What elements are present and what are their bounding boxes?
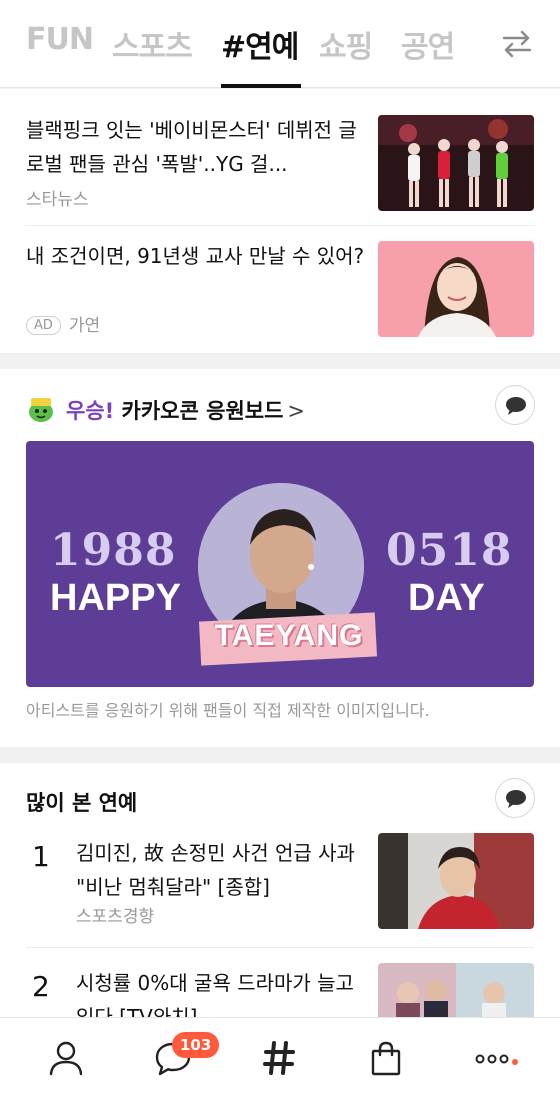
news-thumbnail[interactable] <box>378 115 534 211</box>
news-card: 블랙핑크 잇는 '베이비몬스터' 데뷔전 글로벌 팬들 관심 '폭발'..YG … <box>0 89 560 353</box>
top-nav: FUN 스포츠 #연예 쇼핑 공연 <box>0 0 560 88</box>
ad-thumbnail[interactable] <box>378 241 534 337</box>
tab-sports[interactable]: 스포츠 <box>112 22 193 66</box>
tab-fun[interactable]: FUN <box>26 22 94 57</box>
more-icon[interactable] <box>472 1038 512 1078</box>
news-item[interactable]: 블랙핑크 잇는 '베이비몬스터' 데뷔전 글로벌 팬들 관심 '폭발'..YG … <box>26 113 534 223</box>
ranked-title[interactable]: 김미진, 故 손정민 사건 언급 사과 "비난 멈춰달라" [종합] <box>76 836 364 904</box>
cheer-banner[interactable]: 1988 HAPPY 0518 DAY TAEYANG <box>26 441 534 687</box>
notification-dot <box>512 1059 518 1065</box>
news-source: 스타뉴스 <box>26 190 89 210</box>
banner-left-year: 1988 <box>50 525 177 576</box>
comment-bubble-icon <box>506 397 526 415</box>
rank-number: 1 <box>32 840 50 873</box>
ad-badge: AD <box>26 316 61 335</box>
shopping-bag-icon[interactable] <box>366 1038 406 1078</box>
ad-title[interactable]: 내 조건이면, 91년생 교사 만날 수 있어? <box>26 239 366 273</box>
tab-shopping[interactable]: 쇼핑 <box>319 22 373 66</box>
popular-comment-button[interactable] <box>495 778 535 818</box>
ad-item[interactable]: 내 조건이면, 91년생 교사 만날 수 있어? AD 가연 <box>26 239 534 339</box>
comment-button[interactable] <box>495 385 535 425</box>
news-title[interactable]: 블랙핑크 잇는 '베이비몬스터' 데뷔전 글로벌 팬들 관심 '폭발'..YG … <box>26 113 366 181</box>
banner-right-word: DAY <box>408 577 485 619</box>
trophy-character-icon <box>29 398 53 422</box>
hash-icon[interactable] <box>259 1038 299 1078</box>
tab-entertainment[interactable]: #연예 <box>221 22 299 66</box>
swap-arrows-icon[interactable] <box>500 28 534 60</box>
popular-heading: 많이 본 연예 <box>26 791 138 815</box>
chevron-right-icon: > <box>287 399 306 423</box>
comment-bubble-icon <box>506 790 526 808</box>
board-status: 우승! <box>66 399 115 423</box>
banner-caption: 아티스트를 응원하기 위해 팬들이 직접 제작한 이미지입니다. <box>26 701 430 720</box>
profile-icon[interactable] <box>46 1038 86 1078</box>
chat-badge: 103 <box>172 1032 220 1058</box>
ad-source: 가연 <box>68 316 101 336</box>
ranked-thumbnail[interactable] <box>378 833 534 929</box>
bottom-bar: 103 <box>0 1017 560 1099</box>
artist-name: TAEYANG <box>214 619 364 652</box>
active-tab-indicator <box>221 84 301 88</box>
rank-number: 2 <box>32 970 50 1003</box>
ranked-source: 스포츠경향 <box>76 907 155 927</box>
ad-meta: AD 가연 <box>26 311 100 336</box>
banner-left-word: HAPPY <box>50 577 181 619</box>
board-title: 카카오콘 응원보드 <box>121 399 284 423</box>
banner-right-year: 0518 <box>386 525 513 576</box>
cheer-board-heading[interactable]: 우승! 카카오콘 응원보드 > <box>66 395 305 425</box>
divider <box>26 947 534 948</box>
tab-performance[interactable]: 공연 <box>401 22 455 66</box>
divider <box>26 225 534 226</box>
